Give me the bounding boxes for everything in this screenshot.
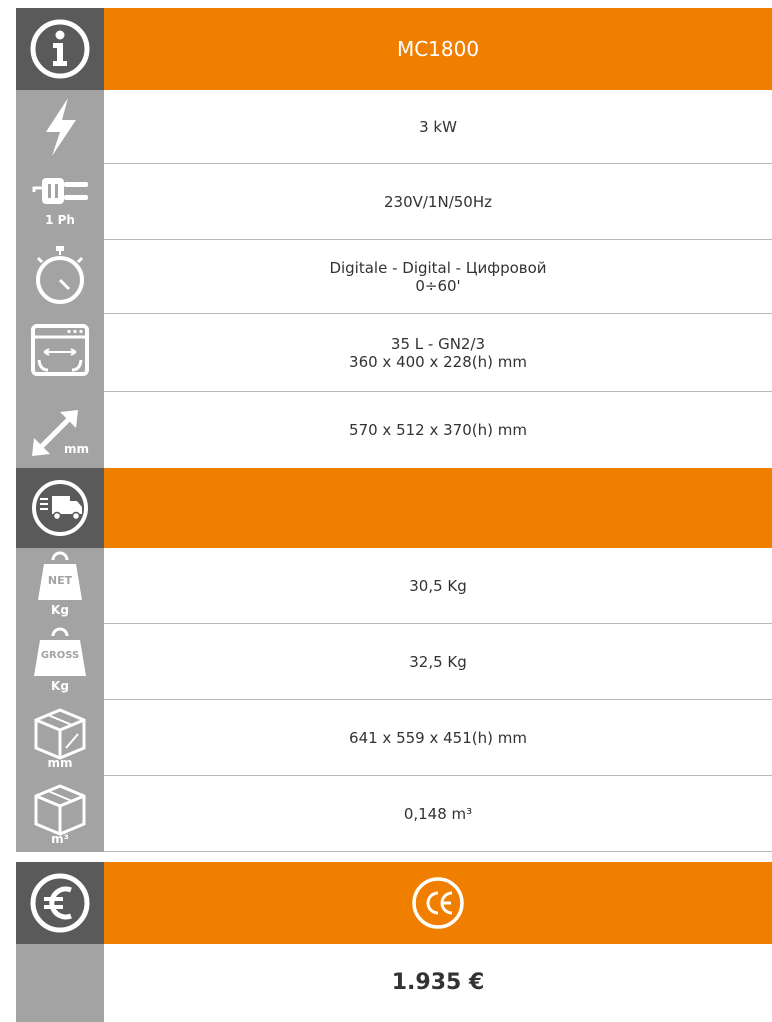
gross-label: GROSS (40, 650, 80, 661)
chamber-capacity: 35 L - GN2/3 (390, 335, 486, 353)
package-dims-row: mm 641 x 559 x 451(h) mm (16, 700, 772, 776)
phase-label: 1 Ph (45, 213, 75, 227)
model-name: MC1800 (104, 8, 772, 90)
timer-row: Digitale - Digital - Цифровой 0÷60' (16, 240, 772, 314)
net-unit: Kg (51, 603, 69, 617)
timer-type: Digitale - Digital - Цифровой (329, 259, 547, 277)
chamber-value: 35 L - GN2/3 360 x 400 x 228(h) mm (104, 314, 772, 392)
plug-icon: 1 Ph (16, 164, 104, 240)
price-icon-cell (16, 944, 104, 1022)
ce-mark-cell (104, 862, 772, 944)
net-weight-value: 30,5 Kg (409, 577, 467, 595)
power-value: 3 kW (419, 118, 457, 136)
oven-chamber-icon (16, 314, 104, 392)
voltage-row: 1 Ph 230V/1N/50Hz (16, 164, 772, 240)
chamber-dimensions: 360 x 400 x 228(h) mm (349, 353, 527, 371)
voltage-value: 230V/1N/50Hz (383, 193, 492, 211)
dims-unit-label: mm (64, 442, 90, 456)
delivery-truck-icon (16, 468, 104, 548)
gross-weight-value: 32,5 Kg (409, 653, 467, 671)
dimensions-arrow-icon: mm (16, 392, 104, 468)
stopwatch-icon (16, 240, 104, 314)
package-dims-icon: mm (16, 700, 104, 776)
gross-weight-row: GROSS Kg 32,5 Kg (16, 624, 772, 700)
model-header-row: MC1800 (16, 8, 772, 90)
timer-range: 0÷60' (415, 277, 461, 295)
shipping-header-row (16, 468, 772, 548)
package-volume-row: m³ 0,148 m³ (16, 776, 772, 852)
gross-weight-icon: GROSS Kg (16, 624, 104, 700)
power-row: 3 kW (16, 90, 772, 164)
external-dims-value: 570 x 512 x 370(h) mm (349, 421, 527, 439)
net-weight-icon: NET Kg (16, 548, 104, 624)
chamber-row: 35 L - GN2/3 360 x 400 x 228(h) mm (16, 314, 772, 392)
spec-sheet: MC1800 3 kW 1 Ph 230V/1N/50Hz Digitale -… (16, 8, 772, 1022)
shipping-header (104, 468, 772, 548)
net-label: NET (47, 574, 73, 587)
ce-mark-icon (412, 877, 464, 929)
package-dims-value: 641 x 559 x 451(h) mm (349, 729, 527, 747)
certification-header-row (16, 862, 772, 944)
package-volume-icon: m³ (16, 776, 104, 852)
euro-icon (16, 862, 104, 944)
volume-unit-label: m³ (51, 832, 69, 846)
gross-unit: Kg (51, 679, 69, 693)
external-dims-row: mm 570 x 512 x 370(h) mm (16, 392, 772, 468)
lightning-icon (16, 90, 104, 164)
price-value: 1.935 € (391, 970, 485, 995)
timer-value: Digitale - Digital - Цифровой 0÷60' (104, 240, 772, 314)
pack-unit-label: mm (47, 756, 73, 770)
net-weight-row: NET Kg 30,5 Kg (16, 548, 772, 624)
price-row: 1.935 € (16, 944, 772, 1022)
info-icon (16, 8, 104, 90)
package-volume-value: 0,148 m³ (403, 805, 473, 823)
